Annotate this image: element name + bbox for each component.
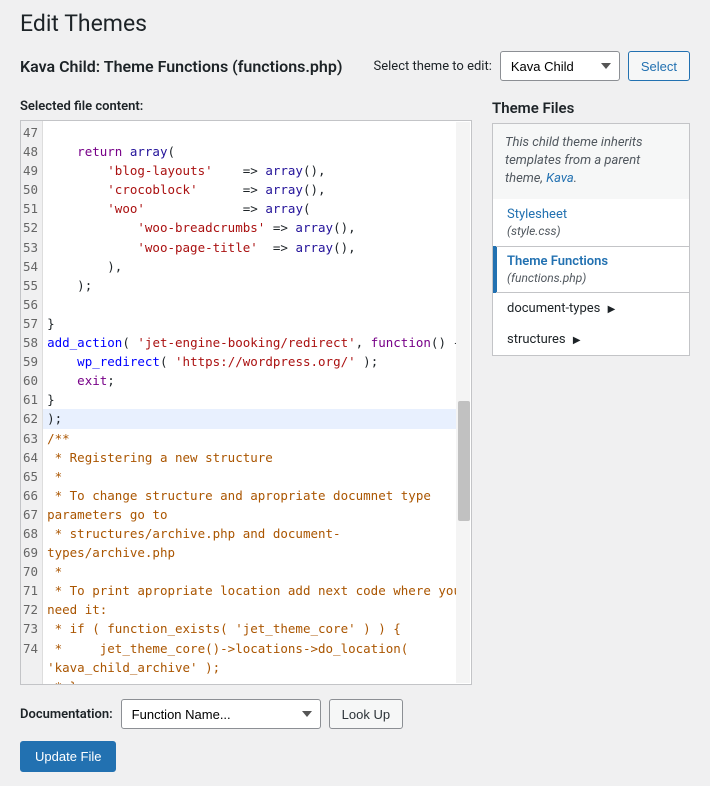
code-content[interactable]: return array( 'blog-layouts' => array(),…: [43, 121, 471, 684]
update-file-button[interactable]: Update File: [20, 741, 116, 772]
file-item-stylesheet[interactable]: Stylesheet (style.css): [493, 199, 689, 246]
file-title: Kava Child: Theme Functions (functions.p…: [20, 57, 342, 76]
file-item-structures[interactable]: structures ▶: [493, 324, 689, 355]
chevron-right-icon: ▶: [608, 304, 616, 315]
inherits-notice: This child theme inherits templates from…: [493, 124, 689, 199]
code-editor[interactable]: 4748495051525354555657585960616263646566…: [20, 120, 472, 685]
file-item-document-types[interactable]: document-types ▶: [493, 293, 689, 324]
theme-files-sidebar: This child theme inherits templates from…: [492, 123, 690, 356]
theme-files-heading: Theme Files: [492, 99, 690, 117]
page-title: Edit Themes: [20, 10, 690, 37]
scrollbar-thumb[interactable]: [458, 401, 470, 521]
line-gutter: 4748495051525354555657585960616263646566…: [21, 121, 43, 684]
documentation-select[interactable]: Function Name...: [121, 699, 321, 729]
select-button[interactable]: Select: [628, 51, 690, 81]
documentation-label: Documentation:: [20, 707, 113, 722]
select-theme-label: Select theme to edit:: [374, 59, 492, 74]
lookup-button[interactable]: Look Up: [329, 699, 403, 729]
chevron-right-icon: ▶: [573, 335, 581, 346]
file-item-functions[interactable]: Theme Functions (functions.php): [493, 246, 689, 293]
header-row: Kava Child: Theme Functions (functions.p…: [20, 51, 690, 81]
selected-file-label: Selected file content:: [20, 99, 472, 114]
theme-select[interactable]: Kava Child: [500, 51, 620, 81]
parent-theme-link[interactable]: Kava: [546, 171, 574, 186]
